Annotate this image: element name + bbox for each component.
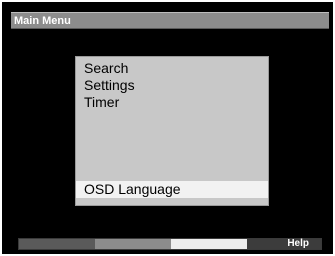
page-title: Main Menu (14, 15, 71, 27)
yellow-key-button[interactable] (171, 239, 247, 249)
tv-screen: Main Menu Search Settings Timer OSD Lang… (0, 0, 335, 256)
menu-item-search[interactable]: Search (76, 60, 268, 77)
red-key-button[interactable] (19, 239, 95, 249)
menu-item-osd-language[interactable]: OSD Language (76, 181, 268, 198)
osd-frame: Main Menu Search Settings Timer OSD Lang… (2, 2, 333, 254)
menu-item-settings[interactable]: Settings (76, 77, 268, 94)
title-bar: Main Menu (11, 12, 329, 29)
menu-list: Search Settings Timer (76, 60, 268, 111)
menu-item-timer[interactable]: Timer (76, 94, 268, 111)
color-key-bar: Help (18, 238, 322, 250)
main-menu-panel: Search Settings Timer OSD Language (75, 56, 269, 206)
help-key-button[interactable]: Help (247, 239, 321, 249)
green-key-button[interactable] (95, 239, 171, 249)
